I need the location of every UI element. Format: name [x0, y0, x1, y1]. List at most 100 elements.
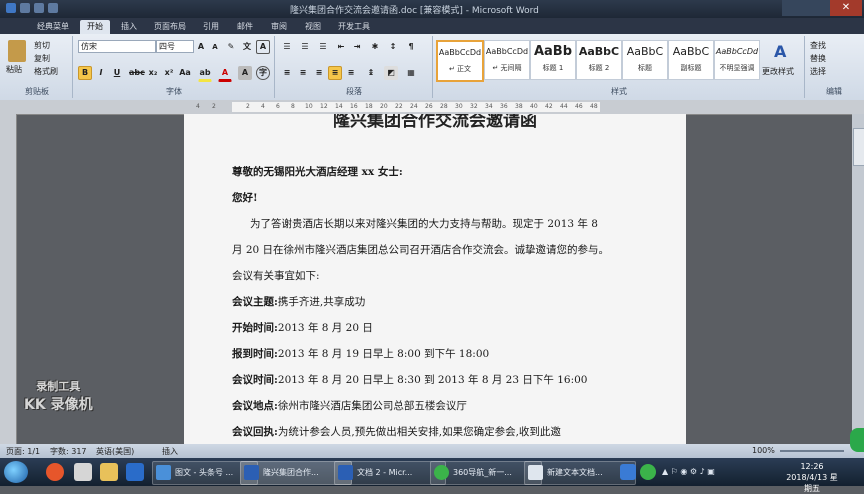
- style-subtitle[interactable]: AaBbC 副标题: [668, 40, 714, 80]
- show-marks-icon[interactable]: ¶: [404, 40, 418, 54]
- zoom-level[interactable]: 100%: [752, 446, 775, 455]
- ruler-tick: 14: [335, 103, 343, 110]
- line-spacing-icon[interactable]: ↨: [364, 66, 378, 80]
- bold-icon[interactable]: B: [78, 66, 92, 80]
- font-color-icon[interactable]: A: [218, 66, 232, 82]
- clipboard-group-label: 剪贴板: [25, 87, 49, 96]
- page-count[interactable]: 页面: 1/1: [6, 446, 40, 457]
- shading-icon[interactable]: ◩: [384, 66, 398, 80]
- underline-icon[interactable]: U: [110, 66, 124, 80]
- clear-format-icon[interactable]: ✎: [224, 40, 238, 54]
- tray-360-icon[interactable]: [640, 464, 656, 480]
- tab-mailings[interactable]: 邮件: [230, 20, 260, 34]
- horizontal-ruler[interactable]: 4 2 2 4 6 8 10 12 14 16 18 20 22 24 26 2…: [0, 100, 864, 115]
- change-styles-button[interactable]: 更改样式: [762, 66, 794, 77]
- item-value: 2013 年 8 月 20 日: [277, 322, 373, 334]
- media-player-icon[interactable]: [126, 463, 144, 481]
- watermark-line-2: KK 录像机: [24, 397, 93, 413]
- vertical-ruler[interactable]: [0, 114, 17, 444]
- char-border-icon[interactable]: A: [256, 40, 270, 54]
- multilevel-list-icon[interactable]: ☰: [316, 40, 330, 54]
- start-button[interactable]: [4, 461, 28, 483]
- increase-indent-icon[interactable]: ⇥: [350, 40, 364, 54]
- subscript-icon[interactable]: x₂: [146, 66, 160, 80]
- save-icon[interactable]: [20, 3, 30, 13]
- char-shading-icon[interactable]: A: [238, 66, 252, 80]
- taskbar-app-label: 文档 2 - Micr...: [357, 468, 413, 477]
- find-button[interactable]: 查找: [810, 40, 826, 51]
- tab-classic-menu[interactable]: 经典菜单: [30, 20, 76, 34]
- superscript-icon[interactable]: x²: [162, 66, 176, 80]
- style-title[interactable]: AaBbC 标题: [622, 40, 668, 80]
- style-normal[interactable]: AaBbCcDd ↵ 正文: [436, 40, 484, 82]
- styles-group: AaBbCcDd ↵ 正文 AaBbCcDd ↵ 无间隔 AaBb 标题 1 A…: [434, 36, 805, 98]
- decrease-indent-icon[interactable]: ⇤: [334, 40, 348, 54]
- grow-font-icon[interactable]: A: [194, 40, 208, 54]
- vertical-scrollbar[interactable]: [852, 114, 864, 444]
- style-heading-1[interactable]: AaBb 标题 1: [530, 40, 576, 80]
- sort-icon[interactable]: ↕: [386, 40, 400, 54]
- change-styles-icon[interactable]: A: [774, 42, 786, 61]
- document-page[interactable]: 隆兴集团合作交流会邀请函 尊敬的无锡阳光大酒店经理 xx 女士: 您好! 为了答…: [184, 114, 686, 444]
- borders-icon[interactable]: ▦: [404, 66, 418, 80]
- paste-button[interactable]: 粘贴: [6, 64, 22, 75]
- italic-icon[interactable]: I: [94, 66, 108, 80]
- tray-icons[interactable]: ▲ ⚐ ◉ ⚙ ♪ ▣: [662, 467, 715, 476]
- format-painter-button[interactable]: 格式刷: [34, 66, 58, 77]
- copy-button[interactable]: 复制: [34, 53, 50, 64]
- align-center-icon[interactable]: ≡: [296, 66, 310, 80]
- zoom-slider[interactable]: [780, 450, 844, 452]
- maximize-button[interactable]: [806, 0, 830, 16]
- numbering-icon[interactable]: ☰: [298, 40, 312, 54]
- tab-page-layout[interactable]: 页面布局: [148, 20, 192, 34]
- word-count[interactable]: 字数: 317: [50, 446, 87, 457]
- close-button[interactable]: ✕: [830, 0, 862, 16]
- assistant-badge-icon[interactable]: [850, 428, 864, 452]
- strikethrough-icon[interactable]: abc: [128, 66, 145, 80]
- highlight-icon[interactable]: ab: [198, 66, 212, 82]
- style-heading-2[interactable]: AaBbC 标题 2: [576, 40, 622, 80]
- minimize-button[interactable]: [782, 0, 806, 16]
- insert-mode[interactable]: 插入: [162, 446, 178, 457]
- firefox-icon[interactable]: [46, 463, 64, 481]
- style-name: 副标题: [680, 64, 702, 72]
- item-value: 2013 年 8 月 20 日早上 8:30 到 2013 年 8 月 23 日…: [277, 374, 588, 386]
- tab-home[interactable]: 开始: [80, 20, 110, 34]
- align-right-icon[interactable]: ≡: [312, 66, 326, 80]
- enclose-char-icon[interactable]: 字: [256, 66, 270, 80]
- ruler-tick: 2: [212, 103, 216, 110]
- tab-review[interactable]: 审阅: [264, 20, 294, 34]
- language-indicator[interactable]: 英语(美国): [96, 446, 134, 457]
- style-no-spacing[interactable]: AaBbCcDd ↵ 无间隔: [484, 40, 530, 80]
- tab-insert[interactable]: 插入: [114, 20, 144, 34]
- bullets-icon[interactable]: ☰: [280, 40, 294, 54]
- tray-app-icon[interactable]: [620, 464, 636, 480]
- shrink-font-icon[interactable]: A: [208, 40, 222, 54]
- font-size-combo[interactable]: 四号: [156, 40, 194, 53]
- item-label: 会议主题:: [232, 296, 278, 308]
- font-name-combo[interactable]: 仿宋: [78, 40, 156, 53]
- clock[interactable]: 12:26 2018/4/13 星期五: [784, 461, 840, 494]
- chinese-layout-icon[interactable]: ✱: [368, 40, 382, 54]
- change-case-icon[interactable]: Aa: [178, 66, 192, 80]
- phonetic-guide-icon[interactable]: 文: [240, 40, 254, 54]
- distributed-icon[interactable]: ≡: [344, 66, 358, 80]
- app-icon[interactable]: [74, 463, 92, 481]
- align-left-icon[interactable]: ≡: [280, 66, 294, 80]
- redo-icon[interactable]: [48, 3, 58, 13]
- word-logo-icon[interactable]: [6, 3, 16, 13]
- scrollbar-thumb[interactable]: [853, 128, 864, 166]
- justify-icon[interactable]: ≡: [328, 66, 342, 80]
- style-subtle-emphasis[interactable]: AaBbCcDd 不明显强调: [714, 40, 760, 80]
- select-button[interactable]: 选择: [810, 66, 826, 77]
- paste-icon[interactable]: [8, 40, 26, 62]
- replace-button[interactable]: 替换: [810, 53, 826, 64]
- tab-references[interactable]: 引用: [196, 20, 226, 34]
- title-bar: 隆兴集团合作交流会邀请函.doc [兼容模式] - Microsoft Word…: [0, 0, 864, 18]
- cut-button[interactable]: 剪切: [34, 40, 50, 51]
- tab-developer[interactable]: 开发工具: [332, 20, 376, 34]
- undo-icon[interactable]: [34, 3, 44, 13]
- tab-view[interactable]: 视图: [298, 20, 328, 34]
- folder-icon[interactable]: [100, 463, 118, 481]
- font-group: 仿宋 四号 A A ✎ 文 A B I U abc x₂ x² Aa ab A …: [74, 36, 275, 98]
